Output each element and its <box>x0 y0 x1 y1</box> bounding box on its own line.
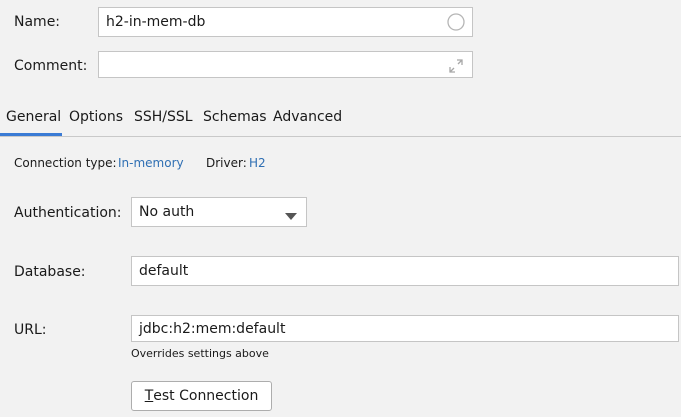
tab-ssh-ssl[interactable]: SSH/SSL <box>134 108 193 126</box>
test-connection-button[interactable]: Test Connection <box>131 381 272 411</box>
url-value: jdbc:h2:mem:default <box>139 320 286 337</box>
test-button-mnemonic: T <box>144 388 154 404</box>
tab-options[interactable]: Options <box>69 108 123 126</box>
tab-advanced[interactable]: Advanced <box>273 108 342 126</box>
url-hint: Overrides settings above <box>131 347 269 360</box>
dropdown-arrow-icon <box>285 209 297 225</box>
tab-schemas[interactable]: Schemas <box>203 108 267 126</box>
database-value: default <box>139 263 189 279</box>
database-label: Database: <box>14 264 86 280</box>
name-label: Name: <box>14 14 61 30</box>
comment-input[interactable] <box>98 51 473 78</box>
name-value: h2-in-mem-db <box>106 14 206 30</box>
database-input[interactable]: default <box>131 256 679 286</box>
authentication-label: Authentication: <box>14 205 122 221</box>
driver-link[interactable]: H2 <box>249 156 266 171</box>
driver-label: Driver: <box>206 156 247 170</box>
name-input[interactable]: h2-in-mem-db <box>98 7 473 37</box>
test-button-label: est Connection <box>153 388 259 404</box>
url-input[interactable]: jdbc:h2:mem:default <box>131 315 679 342</box>
expand-icon[interactable] <box>448 58 464 78</box>
authentication-value: No auth <box>139 204 195 220</box>
authentication-select[interactable]: No auth <box>131 197 307 227</box>
tab-separator <box>0 136 681 137</box>
comment-label: Comment: <box>14 58 88 74</box>
connection-type-label: Connection type: <box>14 156 117 170</box>
tab-general[interactable]: General <box>6 108 61 126</box>
url-label: URL: <box>14 322 47 338</box>
connection-type-link[interactable]: In-memory <box>118 156 184 171</box>
circle-icon <box>447 13 465 35</box>
